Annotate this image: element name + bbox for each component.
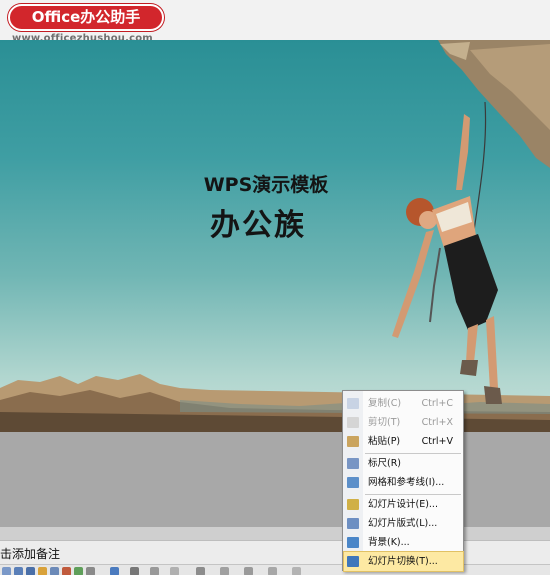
- watermark-logo-badge: Office办公助手: [8, 4, 164, 31]
- line-color-icon[interactable]: [130, 567, 139, 575]
- autoshape-icon[interactable]: [14, 567, 23, 575]
- slide-layout-icon: [347, 518, 359, 529]
- arrow-icon[interactable]: [38, 567, 47, 575]
- menu-item-background-label: 背景(K)...: [368, 537, 410, 548]
- background-icon: [347, 537, 359, 548]
- menu-item-slide-layout-label: 幻灯片版式(L)...: [368, 518, 438, 529]
- slide-title[interactable]: WPS演示模板: [186, 170, 346, 197]
- menu-item-slide-transition-label: 幻灯片切换(T)...: [368, 556, 438, 567]
- shadow-style-icon[interactable]: [244, 567, 253, 575]
- menu-item-copy[interactable]: 复制(C) Ctrl+C: [344, 394, 463, 413]
- copy-icon: [347, 398, 359, 409]
- menu-item-cut-shortcut: Ctrl+X: [421, 417, 453, 428]
- arrow-style-icon[interactable]: [220, 567, 229, 575]
- menu-item-slide-design[interactable]: 幻灯片设计(E)...: [344, 495, 463, 514]
- 3d-style-icon[interactable]: [268, 567, 277, 575]
- line-icon[interactable]: [26, 567, 35, 575]
- menu-item-ruler-label: 标尺(R): [368, 458, 402, 469]
- menu-item-background[interactable]: 背景(K)...: [344, 533, 463, 552]
- line-style-icon[interactable]: [170, 567, 179, 575]
- drawing-toolbar: [0, 564, 550, 575]
- menu-item-slide-design-label: 幻灯片设计(E)...: [368, 499, 438, 510]
- align-icon[interactable]: [292, 567, 301, 575]
- cut-icon: [347, 417, 359, 428]
- menu-item-paste-label: 粘贴(P): [368, 436, 401, 447]
- notes-splitter[interactable]: [0, 527, 550, 540]
- menu-item-paste-shortcut: Ctrl+V: [421, 436, 453, 447]
- slide-design-icon: [347, 499, 359, 510]
- notes-placeholder[interactable]: 击添加备注: [0, 545, 60, 562]
- select-icon[interactable]: [2, 567, 11, 575]
- menu-item-paste[interactable]: 粘贴(P) Ctrl+V: [344, 432, 463, 451]
- wordart-icon[interactable]: [86, 567, 95, 575]
- slide-subtitle[interactable]: 办公族: [186, 200, 330, 244]
- fill-color-icon[interactable]: [110, 567, 119, 575]
- grid-icon: [347, 477, 359, 488]
- notes-pane[interactable]: 击添加备注: [0, 540, 550, 564]
- dash-style-icon[interactable]: [196, 567, 205, 575]
- font-color-icon[interactable]: [150, 567, 159, 575]
- slide-transition-icon: [347, 556, 359, 567]
- context-menu: 复制(C) Ctrl+C 剪切(T) Ctrl+X 粘贴(P) Ctrl+V 标…: [342, 390, 464, 572]
- menu-item-ruler[interactable]: 标尺(R): [344, 454, 463, 473]
- oval-icon[interactable]: [62, 567, 71, 575]
- ruler-icon: [347, 458, 359, 469]
- menu-item-slide-transition[interactable]: 幻灯片切换(T)...: [343, 551, 464, 572]
- rectangle-icon[interactable]: [50, 567, 59, 575]
- menu-item-cut-label: 剪切(T): [368, 417, 401, 428]
- slide-canvas[interactable]: WPS演示模板 办公族: [0, 40, 550, 432]
- menu-item-copy-label: 复制(C): [368, 398, 402, 409]
- watermark-strip: Office办公助手 www.officezhushou.com: [0, 0, 550, 44]
- menu-item-grid-guides-label: 网格和参考线(I)...: [368, 477, 445, 488]
- menu-item-cut[interactable]: 剪切(T) Ctrl+X: [344, 413, 463, 432]
- menu-item-slide-layout[interactable]: 幻灯片版式(L)...: [344, 514, 463, 533]
- menu-item-grid-guides[interactable]: 网格和参考线(I)...: [344, 473, 463, 492]
- textbox-icon[interactable]: [74, 567, 83, 575]
- menu-item-copy-shortcut: Ctrl+C: [421, 398, 454, 409]
- paste-icon: [347, 436, 359, 447]
